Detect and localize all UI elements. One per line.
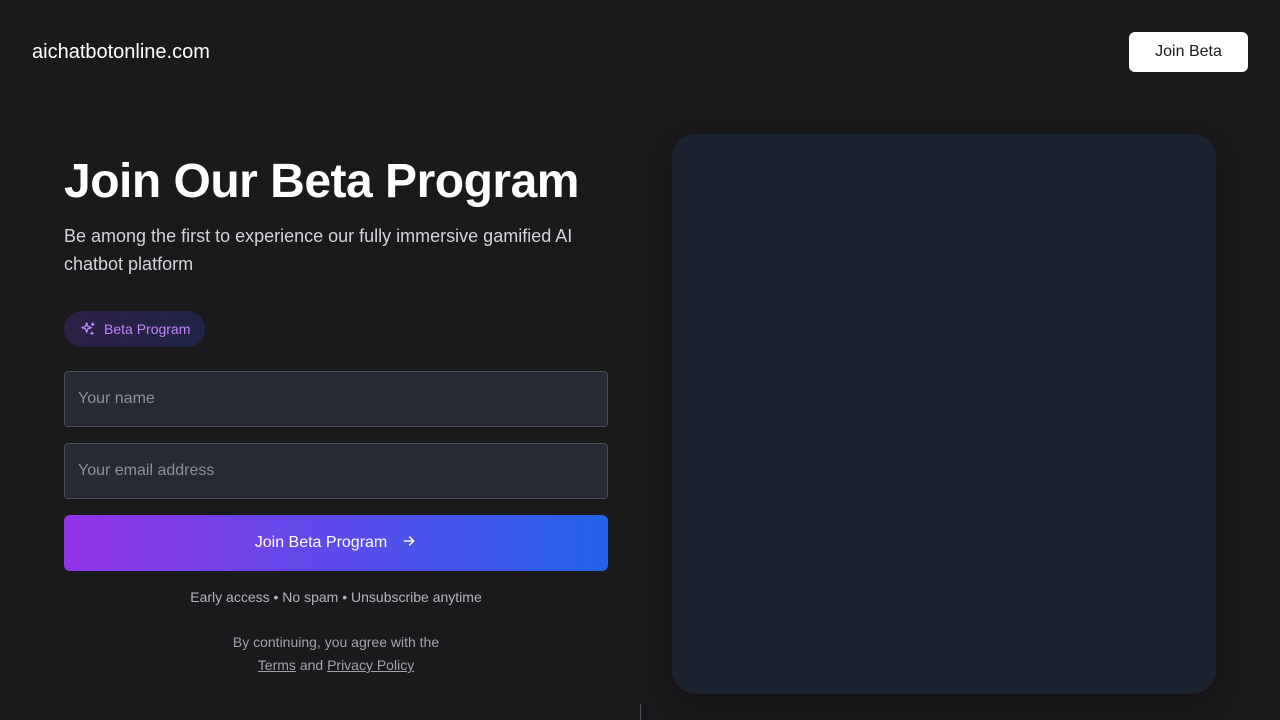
terms-link[interactable]: Terms bbox=[258, 657, 296, 673]
legal-prefix: By continuing, you agree with the bbox=[232, 634, 440, 650]
page-subtitle: Be among the first to experience our ful… bbox=[64, 226, 573, 274]
preview-panel bbox=[672, 134, 1216, 694]
join-beta-program-button[interactable]: Join Beta Program bbox=[64, 515, 608, 571]
site-header: aichatbotonline.com Join Beta bbox=[0, 0, 1280, 104]
page-title: Join Our Beta Program bbox=[64, 155, 579, 208]
sparkles-icon bbox=[80, 321, 96, 337]
submit-label: Join Beta Program bbox=[254, 534, 388, 551]
divider bbox=[640, 704, 641, 720]
beta-program-badge: Beta Program bbox=[64, 311, 206, 347]
email-input[interactable] bbox=[64, 443, 608, 499]
privacy-policy-link[interactable]: Privacy Policy bbox=[327, 657, 414, 673]
legal-and: and bbox=[299, 657, 324, 673]
signup-notes: Early access • No spam • Unsubscribe any… bbox=[190, 589, 482, 605]
signup-section: Join Our Beta Program Be among the first… bbox=[64, 150, 608, 673]
name-input[interactable] bbox=[64, 371, 608, 427]
badge-label: Beta Program bbox=[104, 321, 191, 337]
arrow-right-icon bbox=[401, 533, 417, 554]
join-beta-button[interactable]: Join Beta bbox=[1129, 32, 1248, 72]
brand-logo[interactable]: aichatbotonline.com bbox=[32, 40, 210, 64]
legal-text: By continuing, you agree with the Terms … bbox=[64, 631, 608, 677]
